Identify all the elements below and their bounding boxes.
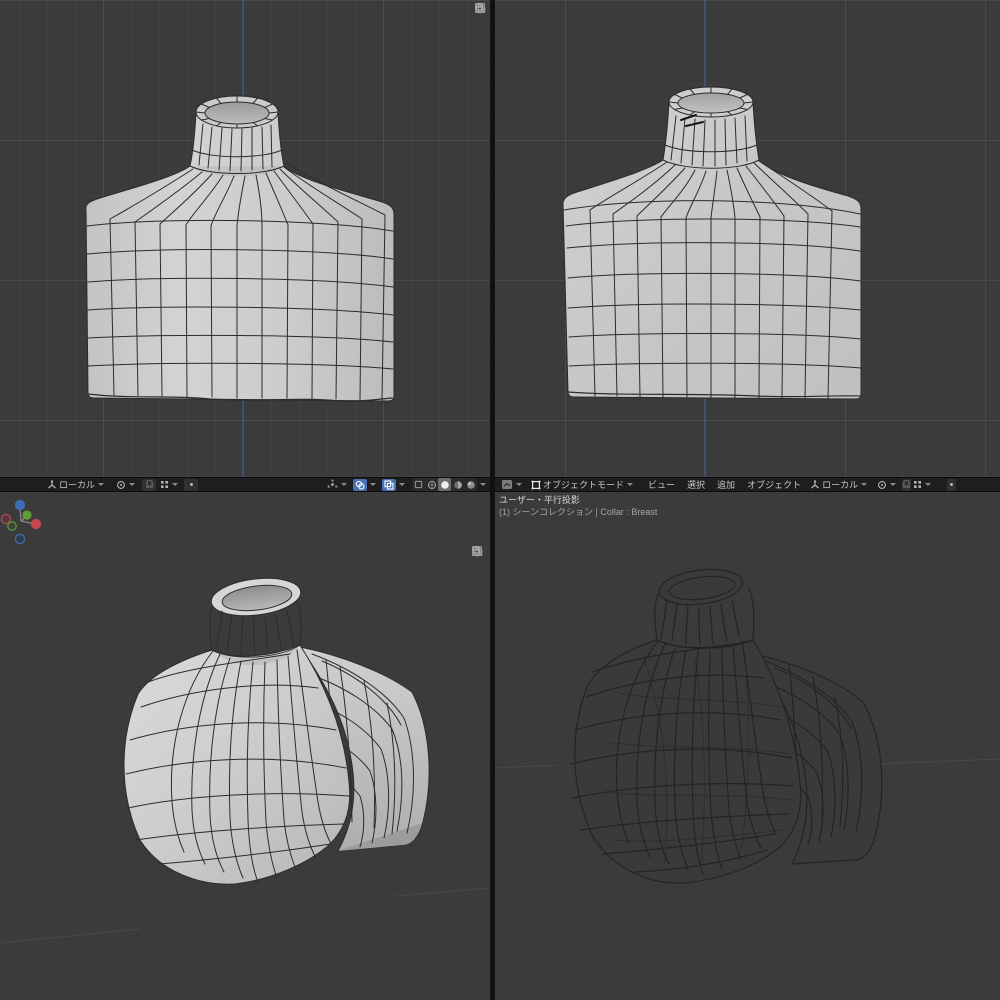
shading-solid-button[interactable]: [438, 478, 451, 491]
shading-dropdown-chevron[interactable]: [480, 483, 486, 486]
front-view-mesh: [85, 0, 395, 477]
chevron-down-icon: [370, 483, 376, 486]
magnet-icon: [145, 480, 153, 488]
chevron-down-icon: [399, 483, 405, 486]
viewport-nav-icons: [471, 545, 484, 609]
chevron-down-icon: [925, 483, 932, 486]
chevron-down-icon: [98, 483, 105, 486]
toggle-xray-button[interactable]: [412, 478, 425, 491]
show-gizmo-dropdown[interactable]: [324, 479, 350, 491]
chevron-down-icon: [129, 483, 136, 486]
pivot-icon: [878, 480, 887, 489]
pivot-point-dropdown[interactable]: [113, 479, 138, 491]
camera-view-icon[interactable]: [471, 546, 484, 592]
dot-circle-icon: [189, 483, 193, 486]
dot-circle-icon: [950, 483, 954, 486]
pan-view-icon[interactable]: [474, 2, 487, 32]
gizmo-y-neg-axis[interactable]: [7, 521, 17, 531]
chevron-down-icon: [890, 483, 897, 486]
transform-orientation-dropdown[interactable]: ローカル: [807, 479, 870, 491]
gizmo-z-neg-axis[interactable]: [14, 533, 26, 544]
toggle-ortho-grid-icon[interactable]: [471, 546, 484, 609]
four-dots-icon: [161, 481, 169, 488]
transform-orientation-dropdown[interactable]: ローカル: [44, 479, 107, 491]
floor-grid-line: [0, 887, 490, 944]
pan-view-icon[interactable]: [471, 545, 484, 575]
xray-icon: [382, 478, 396, 491]
camera-view-icon[interactable]: [474, 3, 487, 49]
viewport-nav-icons: [474, 2, 487, 66]
menu-view[interactable]: ビュー: [642, 479, 681, 491]
snap-settings-dropdown[interactable]: [158, 479, 180, 491]
toggle-ortho-grid-icon[interactable]: [474, 3, 487, 66]
viewport-user-wireframe[interactable]: ユーザー・平行投影 (1) シーンコレクション | Collar : Breas…: [495, 492, 1000, 1000]
editor-3d-viewport-icon: [502, 480, 512, 489]
shading-rendered-button[interactable]: [464, 478, 477, 491]
proportional-editing-toggle[interactable]: [947, 478, 957, 491]
viewport-header-left: ローカル: [0, 477, 490, 492]
magnet-icon: [903, 480, 910, 488]
viewport-front[interactable]: [0, 0, 490, 477]
snap-settings-dropdown[interactable]: [911, 479, 933, 491]
navigation-gizmo[interactable]: [0, 494, 44, 544]
perspective-shaded-mesh: [0, 577, 490, 944]
gizmo-z-axis[interactable]: [14, 499, 26, 511]
back-view-mesh: [562, 0, 862, 477]
overlays-icon: [353, 478, 367, 491]
proportional-editing-toggle[interactable]: [184, 478, 199, 491]
chevron-down-icon: [861, 483, 868, 486]
object-mode-icon: [531, 480, 541, 489]
chevron-down-icon: [516, 483, 522, 486]
mode-dropdown[interactable]: オブジェクトモード: [528, 479, 636, 491]
snap-magnet-toggle[interactable]: [902, 478, 912, 491]
axes-icon: [811, 479, 819, 488]
editor-type-dropdown[interactable]: [498, 479, 525, 491]
gizmo-icon: [327, 479, 338, 488]
shading-mode-group: [412, 478, 477, 491]
menu-select[interactable]: 選択: [681, 479, 711, 491]
perspective-wireframe-mesh: [495, 568, 1000, 884]
chevron-down-icon: [627, 483, 634, 486]
orientation-label: ローカル: [822, 480, 859, 490]
axes-icon: [48, 479, 56, 488]
blender-window: ローカル オブジェクトモード ビュー 選択 追加 オブジェクト ローカル ユーザ…: [0, 0, 1000, 1000]
four-dots-icon: [914, 481, 922, 488]
shading-wireframe-button[interactable]: [425, 478, 438, 491]
shading-material-button[interactable]: [451, 478, 464, 491]
pivot-icon: [117, 480, 125, 489]
mode-label: オブジェクトモード: [543, 480, 625, 490]
menu-add[interactable]: 追加: [711, 479, 741, 491]
show-overlays-dropdown[interactable]: [350, 478, 379, 491]
viewport-header-right: オブジェクトモード ビュー 選択 追加 オブジェクト ローカル: [495, 477, 1000, 492]
chevron-down-icon: [341, 483, 347, 486]
gizmo-x-axis[interactable]: [30, 518, 42, 530]
viewport-back[interactable]: [495, 0, 1000, 477]
menu-object[interactable]: オブジェクト: [741, 479, 807, 491]
chevron-down-icon: [172, 483, 179, 486]
gizmo-y-axis[interactable]: [22, 510, 32, 520]
orientation-label: ローカル: [59, 480, 96, 490]
viewport-user-shaded[interactable]: [0, 492, 490, 1000]
pivot-point-dropdown[interactable]: [874, 479, 899, 491]
snap-magnet-toggle[interactable]: [142, 478, 157, 491]
xray-mode-dropdown[interactable]: [379, 478, 408, 491]
